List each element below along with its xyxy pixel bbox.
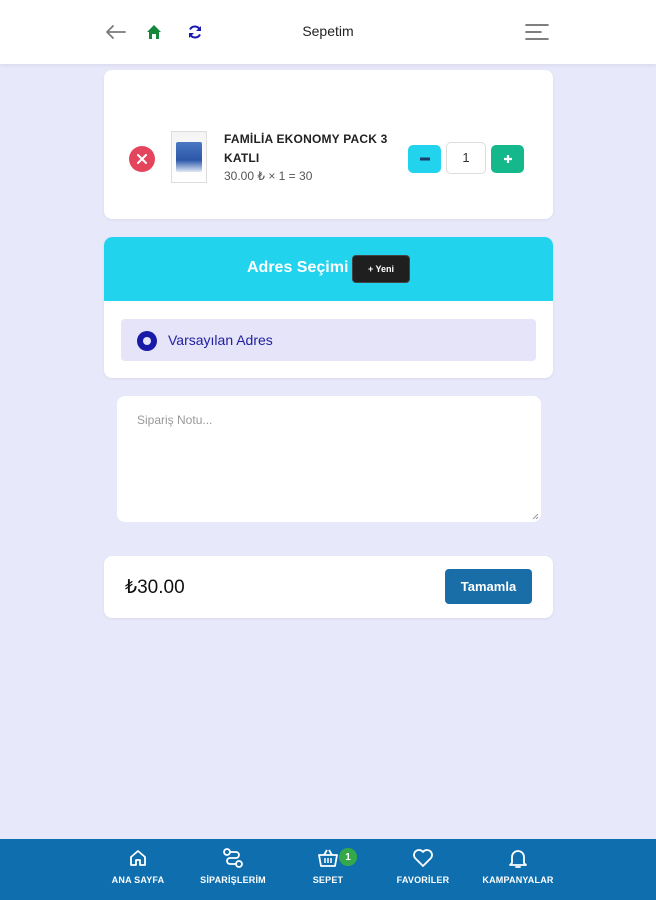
order-note-placeholder: Sipariş Notu... <box>137 413 213 427</box>
bottom-navigation: ANA SAYFA SİPARİŞLERİM 1 SEPET FAVORİLER… <box>0 839 656 900</box>
address-header: Adres Seçimi + Yeni <box>104 237 553 301</box>
address-selection-card: Adres Seçimi + Yeni Varsayılan Adres <box>104 237 553 378</box>
quantity-input[interactable]: 1 <box>446 142 486 174</box>
nav-label: SEPET <box>312 875 344 885</box>
home-icon <box>127 847 149 869</box>
cart-count-badge: 1 <box>339 848 357 866</box>
top-bar: Sepetim <box>0 0 656 64</box>
address-title: Adres Seçimi <box>247 259 349 276</box>
order-note-textarea[interactable]: Sipariş Notu... <box>117 396 541 522</box>
remove-item-button[interactable] <box>129 146 155 172</box>
heart-icon <box>412 847 434 869</box>
route-icon <box>222 847 244 869</box>
minus-icon <box>419 157 430 161</box>
nav-item-campaigns[interactable]: KAMPANYALAR <box>478 847 558 893</box>
nav-item-favorites[interactable]: FAVORİLER <box>383 847 463 893</box>
product-image[interactable] <box>171 131 207 183</box>
product-name[interactable]: FAMİLİA EKONOMY PACK 3 KATLI <box>224 130 399 168</box>
close-icon <box>137 154 147 164</box>
nav-label: ANA SAYFA <box>111 875 165 885</box>
bell-icon <box>507 847 529 869</box>
menu-icon[interactable] <box>525 20 549 44</box>
product-price-line: 30.00 ₺ × 1 = 30 <box>224 169 313 183</box>
address-option-default[interactable]: Varsayılan Adres <box>121 319 536 361</box>
total-card: ₺30.00 Tamamla <box>104 556 553 618</box>
radio-selected-icon[interactable] <box>137 331 157 351</box>
product-package-graphic <box>176 142 202 172</box>
resize-grip-icon[interactable] <box>531 512 539 520</box>
complete-order-button[interactable]: Tamamla <box>445 569 532 604</box>
quantity-increase-button[interactable] <box>491 145 524 173</box>
nav-label: SİPARİŞLERİM <box>200 875 266 885</box>
basket-icon <box>317 847 339 869</box>
nav-item-home[interactable]: ANA SAYFA <box>98 847 178 893</box>
page-title: Sepetim <box>302 23 354 39</box>
nav-item-cart[interactable]: 1 SEPET <box>288 847 368 893</box>
nav-item-orders[interactable]: SİPARİŞLERİM <box>193 847 273 893</box>
quantity-decrease-button[interactable] <box>408 145 441 173</box>
address-option-label: Varsayılan Adres <box>168 332 273 348</box>
nav-label: FAVORİLER <box>396 875 450 885</box>
new-address-button[interactable]: + Yeni <box>352 255 410 283</box>
plus-icon <box>503 155 512 163</box>
cart-item-card: FAMİLİA EKONOMY PACK 3 KATLI 30.00 ₺ × 1… <box>104 70 553 219</box>
nav-label: KAMPANYALAR <box>482 875 554 885</box>
total-amount: ₺30.00 <box>125 577 185 598</box>
